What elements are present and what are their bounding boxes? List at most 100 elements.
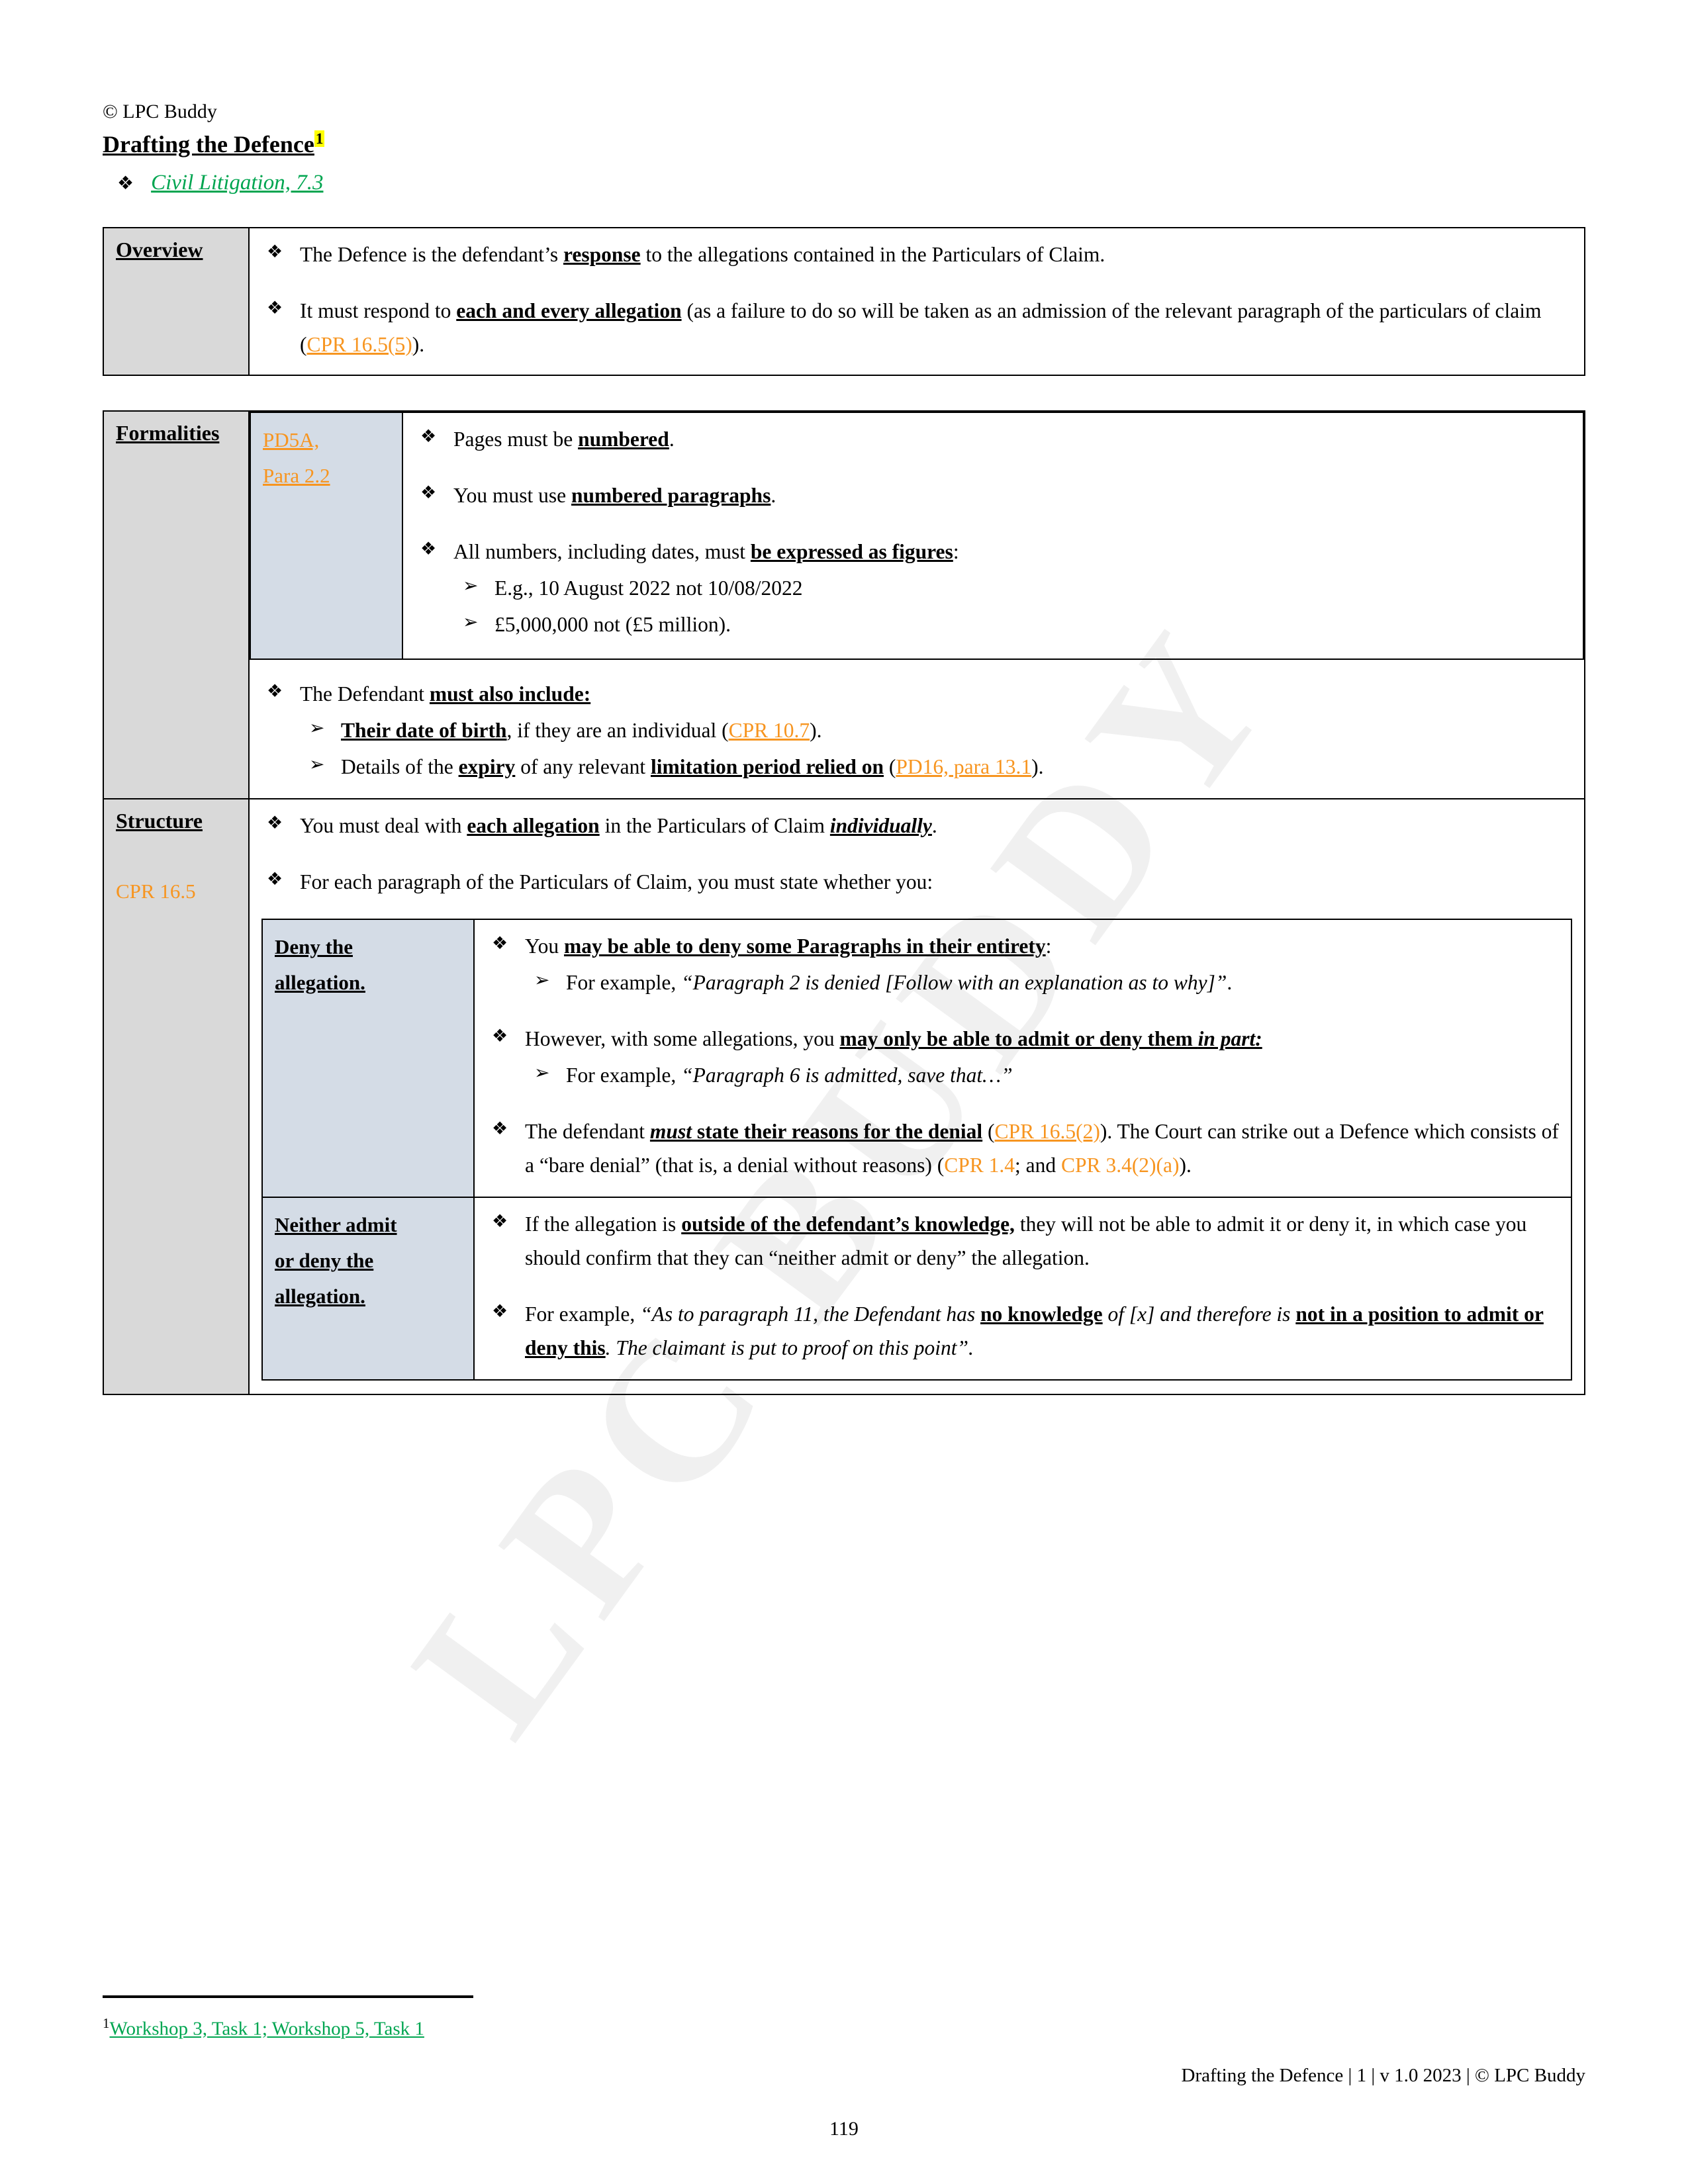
bullet-item: If the allegation is outside of the defe… [487, 1207, 1559, 1275]
sub-bullet-list: E.g., 10 August 2022 not 10/08/2022£5,00… [453, 571, 1571, 641]
formalities-content-cell: PD5A, Para 2.2 Pages must be numbered. Yo… [248, 410, 1585, 799]
bullet-item: You may be able to deny some Paragraphs … [487, 929, 1559, 999]
sub-bullet-item: Their date of birth, if they are an indi… [300, 713, 1572, 747]
text-run: Their date of birth [341, 718, 507, 742]
bullet-item: Pages must be numbered. [415, 422, 1571, 456]
response-type-label: Neither admit or deny the allegation. [261, 1196, 475, 1381]
response-type-label-line: allegation. [275, 1285, 365, 1308]
response-type-label: Deny the allegation. [261, 918, 475, 1198]
response-type-content: You may be able to deny some Paragraphs … [473, 918, 1572, 1198]
bullet-item: The Defence is the defendant’s response … [261, 238, 1572, 271]
footnote-number: 1 [103, 2015, 110, 2031]
bullet-item: For example, “As to paragraph 11, the De… [487, 1297, 1559, 1365]
structure-cpr-link[interactable]: CPR 16.5 [116, 880, 236, 903]
overview-content-cell: The Defence is the defendant’s response … [248, 226, 1585, 376]
overview-label: Overview [116, 237, 203, 261]
sub-bullet-item: For example, “Paragraph 2 is denied [Fol… [525, 966, 1559, 999]
text-run: outside of the defendant’s knowledge, [681, 1212, 1015, 1236]
text-run: response [563, 242, 641, 266]
text-run: “As to paragraph 11, the Defendant has [640, 1302, 980, 1326]
formalities-bullet-list: Pages must be numbered. You must use numb… [415, 422, 1571, 641]
sub-bullet-item: £5,000,000 not (£5 million). [453, 608, 1571, 641]
text-run: . The claimant is put to proof on this p… [605, 1336, 974, 1360]
citation-link[interactable]: CPR 3.4(2)(a) [1061, 1154, 1179, 1177]
pd5a-link-line1[interactable]: PD5A, [263, 422, 390, 458]
response-type-label-line: allegation. [275, 971, 365, 995]
copyright-line: © LPC Buddy [103, 101, 217, 122]
sub-bullet-item: E.g., 10 August 2022 not 10/08/2022 [453, 571, 1571, 605]
formalities-rules-cell: Pages must be numbered. You must use numb… [402, 411, 1584, 660]
main-table: Formalities PD5A, Para 2.2 Pages must be… [103, 410, 1585, 1396]
structure-label: Structure [116, 808, 203, 833]
bullet-item: It must respond to each and every allega… [261, 294, 1572, 361]
footnote-separator-rule [103, 1995, 473, 1998]
formalities-inner-table: PD5A, Para 2.2 Pages must be numbered. Yo… [250, 411, 1584, 660]
structure-inner-table: Deny the allegation. You may be able to de… [261, 918, 1572, 1381]
footnote-link[interactable]: Workshop 3, Task 1; Workshop 5, Task 1 [110, 2019, 424, 2040]
bullet-item: The Defendant must also include:Their da… [261, 677, 1572, 784]
text-run: numbered [578, 427, 669, 451]
table-row: Deny the allegation. You may be able to de… [261, 918, 1572, 1198]
text-run: must [649, 1119, 692, 1143]
response-bullet-list: You may be able to deny some Paragraphs … [487, 929, 1559, 1182]
page-number: 119 [829, 2118, 859, 2140]
formalities-extra-block: The Defendant must also include:Their da… [250, 660, 1584, 798]
table-row: PD5A, Para 2.2 Pages must be numbered. Yo… [250, 411, 1584, 660]
structure-header-cell: Structure CPR 16.5 [103, 797, 250, 1396]
citation-link[interactable]: CPR 16.5(2) [995, 1120, 1100, 1143]
sub-bullet-item: Details of the expiry of any relevant li… [300, 750, 1572, 784]
bullet-item: The defendant must state their reasons f… [487, 1115, 1559, 1182]
response-type-label-line: Neither admit [275, 1212, 397, 1236]
text-run: each and every allegation [456, 298, 682, 322]
text-run: “Paragraph 2 is denied [Follow with an e… [681, 970, 1227, 994]
table-row: Neither admit or deny the allegation. If th… [261, 1196, 1572, 1381]
response-type-content: If the allegation is outside of the defe… [473, 1196, 1572, 1381]
structure-content-cell: You must deal with each allegation in th… [248, 797, 1585, 1396]
sub-bullet-list: For example, “Paragraph 6 is admitted, s… [525, 1058, 1559, 1092]
citation-link[interactable]: CPR 16.5(5) [307, 333, 412, 356]
citation-link[interactable]: PD16, para 13.1 [896, 755, 1031, 778]
text-run: individually [829, 813, 932, 837]
footnote-reference-marker[interactable]: 1 [314, 130, 325, 147]
pd5a-link-line2[interactable]: Para 2.2 [263, 458, 390, 494]
text-run: state their reasons for the denial [691, 1119, 983, 1143]
citation-link[interactable]: CPR 1.4 [944, 1154, 1015, 1177]
text-run: expiry [458, 754, 516, 778]
subject-heading-row: ❖ Civil Litigation, 7.3 [117, 171, 1585, 195]
bullet-item: For each paragraph of the Particulars of… [261, 865, 1572, 899]
text-run: may be able to deny some Paragraphs in t… [563, 934, 1046, 958]
overview-table: Overview The Defence is the defendant’s … [103, 226, 1585, 376]
structure-nested-wrap: Deny the allegation. You may be able to de… [261, 918, 1572, 1381]
structure-bullet-list: You must deal with each allegation in th… [261, 809, 1572, 899]
formalities-header-cell: Formalities [103, 410, 250, 799]
document-page: © LPC Buddy Drafting the Defence1 ❖ Civi… [0, 0, 1688, 2184]
bullet-item: You must deal with each allegation in th… [261, 809, 1572, 842]
diamond-bullet-icon: ❖ [117, 173, 134, 194]
formalities-citation-cell: PD5A, Para 2.2 [250, 411, 403, 660]
table-row: Overview The Defence is the defendant’s … [103, 226, 1585, 376]
footnote-line: 1Workshop 3, Task 1; Workshop 5, Task 1 [103, 2015, 1585, 2040]
text-run: limitation period relied on [650, 754, 884, 778]
overview-header-cell: Overview [103, 226, 250, 376]
text-run: numbered paragraphs [571, 483, 771, 507]
text-run: may only be able to admit or deny them [839, 1026, 1198, 1050]
citation-link[interactable]: CPR 10.7 [729, 719, 810, 742]
footnote-area: 1Workshop 3, Task 1; Workshop 5, Task 1 [103, 1995, 1585, 2040]
sub-bullet-list: For example, “Paragraph 2 is denied [Fol… [525, 966, 1559, 999]
overview-bullet-list: The Defence is the defendant’s response … [261, 238, 1572, 361]
page-title: Drafting the Defence1 [103, 130, 325, 159]
bullet-item: However, with some allegations, you may … [487, 1022, 1559, 1092]
formalities-extra-bullet-list: The Defendant must also include:Their da… [261, 677, 1572, 784]
subject-link[interactable]: Civil Litigation, 7.3 [151, 171, 323, 195]
sub-bullet-list: Their date of birth, if they are an indi… [300, 713, 1572, 784]
bullet-item: You must use numbered paragraphs. [415, 478, 1571, 512]
text-run: must also include: [429, 682, 591, 705]
bullet-item: All numbers, including dates, must be ex… [415, 535, 1571, 641]
response-type-label-line: or deny the [275, 1249, 374, 1273]
text-run: each allegation [467, 813, 600, 837]
text-run: in part: [1197, 1026, 1262, 1050]
structure-inner-body: Deny the allegation. You may be able to de… [261, 918, 1572, 1381]
response-type-label-line: Deny the [275, 934, 353, 958]
response-bullet-list: If the allegation is outside of the defe… [487, 1207, 1559, 1365]
page-title-text: Drafting the Defence [103, 130, 314, 158]
